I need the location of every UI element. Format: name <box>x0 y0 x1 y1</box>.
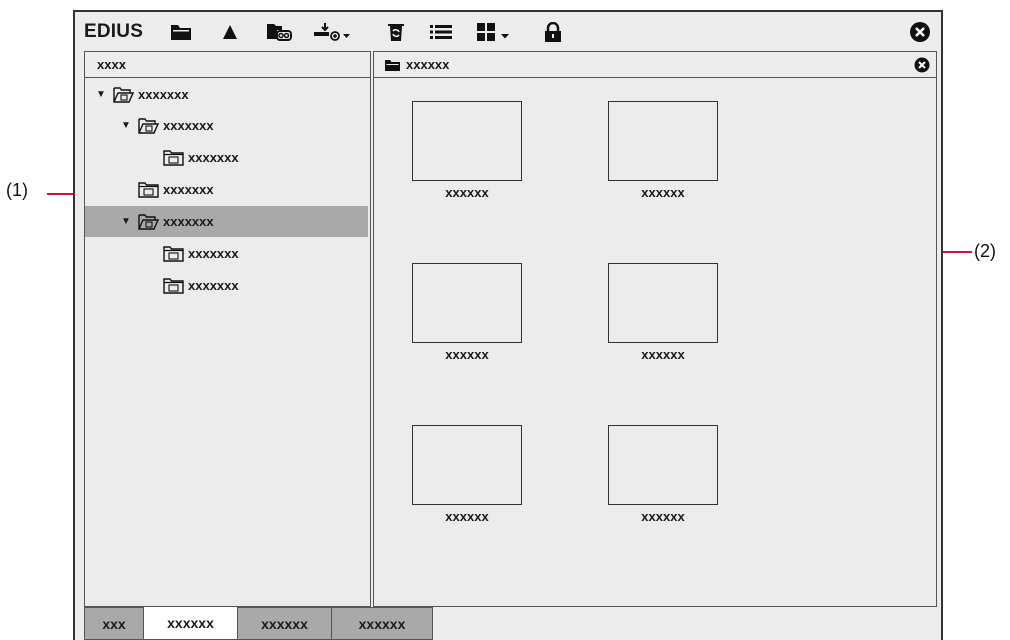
clip-label: xxxxxx <box>445 509 489 524</box>
open-folder-icon <box>138 213 159 230</box>
bin-tab-bar: xxx xxxxxx xxxxxx xxxxxx <box>84 607 433 640</box>
tree-item[interactable]: ▼ xxxxxxx <box>85 79 368 110</box>
window-close-icon[interactable] <box>909 21 931 48</box>
tree-item-label: xxxxxxx <box>163 182 214 197</box>
bin-tab[interactable]: xxxxxx <box>237 607 332 640</box>
clip-thumbnail[interactable]: xxxxxx <box>412 425 522 524</box>
bin-tab[interactable]: xxxxxx <box>331 607 433 640</box>
thumbnail-image <box>608 263 718 343</box>
clip-label: xxxxxx <box>641 347 685 362</box>
folder-tree-panel: xxxx ▼ xxxxxxx ▼ xxxxxxx xxxxxxx xxxxxxx ▼ xxxx… <box>84 51 371 607</box>
tree-item-label: xxxxxxx <box>188 150 239 165</box>
tree-item[interactable]: ▼ xxxxxxx <box>85 206 368 237</box>
lock-icon[interactable] <box>544 22 562 42</box>
clip-label: xxxxxx <box>445 185 489 200</box>
clip-thumbnail[interactable]: xxxxxx <box>608 425 718 524</box>
thumbnail-view-dropdown-icon[interactable] <box>477 22 513 42</box>
tree-item-label: xxxxxxx <box>163 214 214 229</box>
bin-window: EDIUS xxxx ▼ xxxxxxx ▼ xxxxxxx xxxxxxx x… <box>73 10 943 640</box>
tree-item-label: xxxxxxx <box>188 246 239 261</box>
clip-thumbnail[interactable]: xxxxxx <box>608 101 718 200</box>
clip-label: xxxxxx <box>641 509 685 524</box>
clip-label: xxxxxx <box>641 185 685 200</box>
tree-item-label: xxxxxxx <box>138 87 189 102</box>
open-folder-icon <box>113 86 134 103</box>
add-clip-dropdown-icon[interactable] <box>313 22 351 42</box>
expand-arrow-icon[interactable]: ▼ <box>95 89 107 100</box>
folder-icon[interactable] <box>170 22 192 42</box>
clip-view-header: xxxxxx <box>374 52 936 78</box>
callout-2-label: (2) <box>974 241 996 261</box>
tree-item[interactable]: xxxxxxx <box>85 142 368 173</box>
thumbnail-image <box>608 425 718 505</box>
folder-icon <box>163 277 184 294</box>
toolbar: EDIUS <box>75 12 941 52</box>
tree-item[interactable]: ▼ xxxxxxx <box>85 110 368 141</box>
bin-tab[interactable]: xxx <box>84 607 144 640</box>
folder-tree-header: xxxx <box>85 52 370 78</box>
tree-item[interactable]: xxxxxxx <box>85 174 368 205</box>
clip-thumbnail[interactable]: xxxxxx <box>608 263 718 362</box>
recycle-icon[interactable] <box>386 22 406 42</box>
folder-icon <box>138 181 159 198</box>
clip-view-panel: xxxxxx xxxxxx xxxxxx xxxxxx xxxxxx xxxxxx xxx… <box>373 51 937 607</box>
tree-item-label: xxxxxxx <box>163 118 214 133</box>
bin-tab[interactable]: xxxxxx <box>143 607 238 640</box>
clip-view-title: xxxxxx <box>406 57 450 72</box>
up-arrow-icon[interactable] <box>222 22 238 42</box>
app-logo: EDIUS <box>84 21 144 42</box>
thumbnail-image <box>412 425 522 505</box>
clip-thumbnail[interactable]: xxxxxx <box>412 101 522 200</box>
tree-item-label: xxxxxxx <box>188 278 239 293</box>
callout-1-label: (1) <box>6 180 28 200</box>
expand-arrow-icon[interactable]: ▼ <box>120 216 132 227</box>
thumbnail-image <box>608 101 718 181</box>
thumbnail-image <box>412 263 522 343</box>
folder-link-icon[interactable] <box>266 22 292 42</box>
clip-thumbnail[interactable]: xxxxxx <box>412 263 522 362</box>
clip-label: xxxxxx <box>445 347 489 362</box>
tree-item[interactable]: xxxxxxx <box>85 270 368 301</box>
tree-item[interactable]: xxxxxxx <box>85 238 368 269</box>
folder-icon <box>385 59 400 71</box>
expand-arrow-icon[interactable]: ▼ <box>120 120 132 131</box>
thumbnail-image <box>412 101 522 181</box>
list-view-icon[interactable] <box>430 22 452 42</box>
open-folder-icon <box>138 117 159 134</box>
close-icon[interactable] <box>914 57 930 76</box>
folder-icon <box>163 149 184 166</box>
folder-tree-title: xxxx <box>97 57 126 72</box>
folder-icon <box>163 245 184 262</box>
